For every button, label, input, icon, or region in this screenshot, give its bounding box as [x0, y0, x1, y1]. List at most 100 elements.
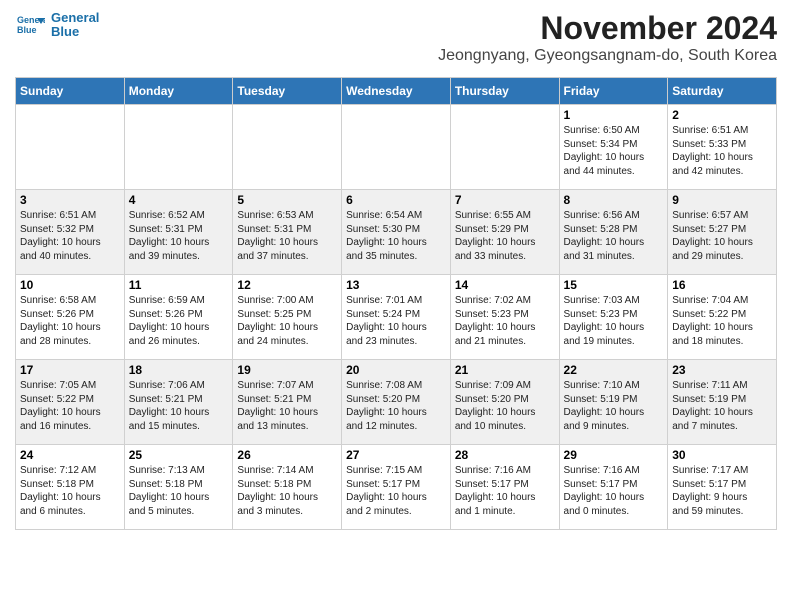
header-day-saturday: Saturday: [668, 78, 777, 105]
day-cell: 1Sunrise: 6:50 AM Sunset: 5:34 PM Daylig…: [559, 105, 668, 190]
day-cell: 12 Sunrise: 7:00 AM Sunset: 5:25 PM Dayli…: [233, 275, 342, 360]
day-info: Sunrise: 7:07 AM Sunset: 5:21 PM Dayligh…: [237, 379, 337, 433]
day-number: 20: [346, 363, 446, 377]
day-cell: 15Sunrise: 7:03 AM Sunset: 5:23 PM Dayli…: [559, 275, 668, 360]
day-cell: 29 Sunrise: 7:16 AM Sunset: 5:17 PM Dayli…: [559, 445, 668, 530]
day-cell: [450, 105, 559, 190]
day-cell: 7Sunrise: 6:55 AM Sunset: 5:29 PM Daylig…: [450, 190, 559, 275]
day-number: 28: [455, 448, 555, 462]
logo-text-line2: Blue: [51, 25, 99, 39]
day-info: Sunrise: 6:56 AM Sunset: 5:28 PM Dayligh…: [564, 209, 664, 263]
day-number: 12: [237, 278, 337, 292]
day-number: 11: [129, 278, 229, 292]
day-cell: [342, 105, 451, 190]
day-cell: 26Sunrise: 7:14 AM Sunset: 5:18 PM Dayli…: [233, 445, 342, 530]
day-cell: 19 Sunrise: 7:07 AM Sunset: 5:21 PM Dayli…: [233, 360, 342, 445]
day-number: 19: [237, 363, 337, 377]
day-info: Sunrise: 7:12 AM Sunset: 5:18 PM Dayligh…: [20, 464, 120, 518]
calendar-table: SundayMondayTuesdayWednesdayThursdayFrid…: [15, 77, 777, 530]
day-number: 21: [455, 363, 555, 377]
main-title: November 2024: [438, 10, 777, 47]
day-info: Sunrise: 7:00 AM Sunset: 5:25 PM Dayligh…: [237, 294, 337, 348]
day-number: 27: [346, 448, 446, 462]
title-section: November 2024 Jeongnyang, Gyeongsangnam-…: [438, 10, 777, 71]
day-number: 25: [129, 448, 229, 462]
day-number: 17: [20, 363, 120, 377]
day-info: Sunrise: 7:05 AM Sunset: 5:22 PM Dayligh…: [20, 379, 120, 433]
day-cell: 21 Sunrise: 7:09 AM Sunset: 5:20 PM Dayli…: [450, 360, 559, 445]
logo: General Blue General Blue: [15, 10, 99, 40]
day-info: Sunrise: 7:13 AM Sunset: 5:18 PM Dayligh…: [129, 464, 229, 518]
day-number: 9: [672, 193, 772, 207]
day-number: 29: [564, 448, 664, 462]
day-cell: 17 Sunrise: 7:05 AM Sunset: 5:22 PM Dayli…: [16, 360, 125, 445]
day-info: Sunrise: 7:01 AM Sunset: 5:24 PM Dayligh…: [346, 294, 446, 348]
day-number: 23: [672, 363, 772, 377]
page-header: General Blue General Blue November 2024 …: [15, 10, 777, 73]
header-row: SundayMondayTuesdayWednesdayThursdayFrid…: [16, 78, 777, 105]
day-info: Sunrise: 7:16 AM Sunset: 5:17 PM Dayligh…: [455, 464, 555, 518]
week-row-3: 10Sunrise: 6:58 AM Sunset: 5:26 PM Dayli…: [16, 275, 777, 360]
day-cell: 18Sunrise: 7:06 AM Sunset: 5:21 PM Dayli…: [124, 360, 233, 445]
day-info: Sunrise: 7:10 AM Sunset: 5:19 PM Dayligh…: [564, 379, 664, 433]
day-cell: 3Sunrise: 6:51 AM Sunset: 5:32 PM Daylig…: [16, 190, 125, 275]
day-cell: 5 Sunrise: 6:53 AM Sunset: 5:31 PM Daylig…: [233, 190, 342, 275]
svg-text:Blue: Blue: [17, 25, 37, 35]
day-cell: 4 Sunrise: 6:52 AM Sunset: 5:31 PM Daylig…: [124, 190, 233, 275]
header-day-friday: Friday: [559, 78, 668, 105]
day-cell: 10Sunrise: 6:58 AM Sunset: 5:26 PM Dayli…: [16, 275, 125, 360]
day-cell: 25 Sunrise: 7:13 AM Sunset: 5:18 PM Dayli…: [124, 445, 233, 530]
day-number: 4: [129, 193, 229, 207]
day-cell: 14Sunrise: 7:02 AM Sunset: 5:23 PM Dayli…: [450, 275, 559, 360]
day-number: 10: [20, 278, 120, 292]
day-cell: [233, 105, 342, 190]
day-info: Sunrise: 6:50 AM Sunset: 5:34 PM Dayligh…: [564, 124, 664, 178]
header-day-wednesday: Wednesday: [342, 78, 451, 105]
day-cell: 9 Sunrise: 6:57 AM Sunset: 5:27 PM Daylig…: [668, 190, 777, 275]
day-info: Sunrise: 7:17 AM Sunset: 5:17 PM Dayligh…: [672, 464, 772, 518]
day-info: Sunrise: 6:51 AM Sunset: 5:32 PM Dayligh…: [20, 209, 120, 263]
day-info: Sunrise: 7:08 AM Sunset: 5:20 PM Dayligh…: [346, 379, 446, 433]
day-cell: 20 Sunrise: 7:08 AM Sunset: 5:20 PM Dayli…: [342, 360, 451, 445]
logo-text-line1: General: [51, 11, 99, 25]
day-number: 16: [672, 278, 772, 292]
day-info: Sunrise: 7:09 AM Sunset: 5:20 PM Dayligh…: [455, 379, 555, 433]
day-cell: 13Sunrise: 7:01 AM Sunset: 5:24 PM Dayli…: [342, 275, 451, 360]
week-row-5: 24 Sunrise: 7:12 AM Sunset: 5:18 PM Dayli…: [16, 445, 777, 530]
day-number: 7: [455, 193, 555, 207]
day-cell: 2Sunrise: 6:51 AM Sunset: 5:33 PM Daylig…: [668, 105, 777, 190]
day-info: Sunrise: 6:54 AM Sunset: 5:30 PM Dayligh…: [346, 209, 446, 263]
day-info: Sunrise: 6:52 AM Sunset: 5:31 PM Dayligh…: [129, 209, 229, 263]
subtitle: Jeongnyang, Gyeongsangnam-do, South Kore…: [438, 47, 777, 65]
day-info: Sunrise: 7:02 AM Sunset: 5:23 PM Dayligh…: [455, 294, 555, 348]
day-number: 6: [346, 193, 446, 207]
week-row-1: 1Sunrise: 6:50 AM Sunset: 5:34 PM Daylig…: [16, 105, 777, 190]
day-cell: 6 Sunrise: 6:54 AM Sunset: 5:30 PM Daylig…: [342, 190, 451, 275]
day-cell: 30 Sunrise: 7:17 AM Sunset: 5:17 PM Dayli…: [668, 445, 777, 530]
header-day-tuesday: Tuesday: [233, 78, 342, 105]
week-row-2: 3Sunrise: 6:51 AM Sunset: 5:32 PM Daylig…: [16, 190, 777, 275]
day-number: 30: [672, 448, 772, 462]
day-cell: 28 Sunrise: 7:16 AM Sunset: 5:17 PM Dayli…: [450, 445, 559, 530]
day-number: 26: [237, 448, 337, 462]
header-day-thursday: Thursday: [450, 78, 559, 105]
day-number: 5: [237, 193, 337, 207]
day-cell: 27Sunrise: 7:15 AM Sunset: 5:17 PM Dayli…: [342, 445, 451, 530]
day-number: 2: [672, 108, 772, 122]
day-cell: 8Sunrise: 6:56 AM Sunset: 5:28 PM Daylig…: [559, 190, 668, 275]
week-row-4: 17 Sunrise: 7:05 AM Sunset: 5:22 PM Dayli…: [16, 360, 777, 445]
day-info: Sunrise: 6:57 AM Sunset: 5:27 PM Dayligh…: [672, 209, 772, 263]
day-cell: [124, 105, 233, 190]
day-info: Sunrise: 7:16 AM Sunset: 5:17 PM Dayligh…: [564, 464, 664, 518]
day-info: Sunrise: 7:06 AM Sunset: 5:21 PM Dayligh…: [129, 379, 229, 433]
day-cell: 11Sunrise: 6:59 AM Sunset: 5:26 PM Dayli…: [124, 275, 233, 360]
day-info: Sunrise: 6:53 AM Sunset: 5:31 PM Dayligh…: [237, 209, 337, 263]
day-info: Sunrise: 7:11 AM Sunset: 5:19 PM Dayligh…: [672, 379, 772, 433]
day-cell: [16, 105, 125, 190]
day-cell: 16Sunrise: 7:04 AM Sunset: 5:22 PM Dayli…: [668, 275, 777, 360]
day-info: Sunrise: 7:03 AM Sunset: 5:23 PM Dayligh…: [564, 294, 664, 348]
header-day-sunday: Sunday: [16, 78, 125, 105]
day-number: 24: [20, 448, 120, 462]
day-number: 22: [564, 363, 664, 377]
logo-icon: General Blue: [15, 10, 45, 40]
